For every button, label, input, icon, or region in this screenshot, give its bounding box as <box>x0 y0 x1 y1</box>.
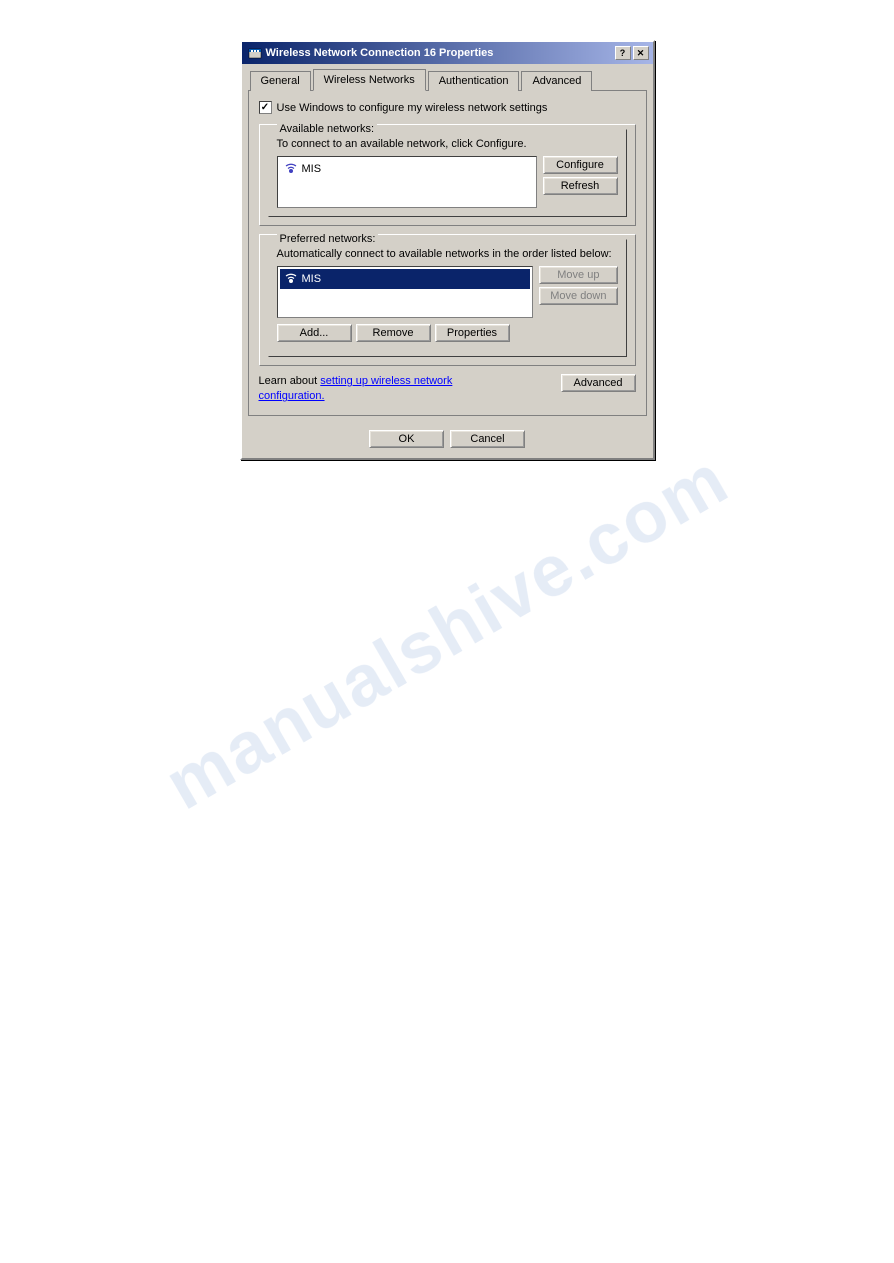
preferred-networks-inner: Preferred networks: Automatically connec… <box>268 239 627 357</box>
tab-strip: General Wireless Networks Authentication… <box>242 64 653 90</box>
preferred-networks-row: MIS Move up Move down <box>277 266 618 318</box>
network-icon-preferred <box>284 271 298 287</box>
tab-authentication[interactable]: Authentication <box>428 71 520 91</box>
preferred-networks-listbox[interactable]: MIS <box>277 266 534 318</box>
remove-button[interactable]: Remove <box>356 324 431 342</box>
dialog-window: Wireless Network Connection 16 Propertie… <box>240 40 655 460</box>
move-up-button[interactable]: Move up <box>539 266 617 284</box>
preferred-action-row: Add... Remove Properties <box>277 324 618 342</box>
available-networks-row: MIS Configure Refresh <box>277 156 618 208</box>
ok-button[interactable]: OK <box>369 430 444 448</box>
learn-about-text: Learn about <box>259 375 318 387</box>
window-icon <box>248 46 262 60</box>
learn-advanced-row: Learn about setting up wireless network … <box>259 374 636 405</box>
help-button[interactable]: ? <box>615 46 631 60</box>
window-title: Wireless Network Connection 16 Propertie… <box>266 47 494 59</box>
available-networks-buttons: Configure Refresh <box>543 156 618 195</box>
use-windows-checkbox-row: Use Windows to configure my wireless net… <box>259 101 636 114</box>
tab-content-wireless: Use Windows to configure my wireless net… <box>248 90 647 416</box>
preferred-network-item[interactable]: MIS <box>280 269 531 289</box>
configure-button[interactable]: Configure <box>543 156 618 174</box>
preferred-network-name: MIS <box>302 273 322 285</box>
available-networks-inner: Available networks: To connect to an ava… <box>268 129 627 217</box>
use-windows-label: Use Windows to configure my wireless net… <box>277 102 548 114</box>
cancel-button[interactable]: Cancel <box>450 430 525 448</box>
network-icon <box>284 161 298 177</box>
close-button[interactable]: ✕ <box>633 46 649 60</box>
available-networks-description: To connect to an available network, clic… <box>277 138 618 150</box>
use-windows-checkbox[interactable] <box>259 101 272 114</box>
available-networks-group: Available networks: To connect to an ava… <box>259 124 636 226</box>
title-bar-left: Wireless Network Connection 16 Propertie… <box>248 46 494 60</box>
available-networks-label: Available networks: <box>277 123 378 135</box>
properties-button[interactable]: Properties <box>435 324 510 342</box>
available-networks-listbox[interactable]: MIS <box>277 156 537 208</box>
refresh-button[interactable]: Refresh <box>543 177 618 195</box>
learn-text-block: Learn about setting up wireless network … <box>259 374 509 405</box>
advanced-button[interactable]: Advanced <box>561 374 636 392</box>
available-network-name: MIS <box>302 163 322 175</box>
move-down-button[interactable]: Move down <box>539 287 617 305</box>
tab-wireless-networks[interactable]: Wireless Networks <box>313 69 426 91</box>
preferred-networks-description: Automatically connect to available netwo… <box>277 248 618 260</box>
tab-general[interactable]: General <box>250 71 311 91</box>
tab-advanced[interactable]: Advanced <box>521 71 592 91</box>
preferred-networks-label: Preferred networks: <box>277 233 379 245</box>
title-bar: Wireless Network Connection 16 Propertie… <box>242 42 653 64</box>
available-network-item[interactable]: MIS <box>280 159 534 179</box>
preferred-networks-group: Preferred networks: Automatically connec… <box>259 234 636 366</box>
add-button[interactable]: Add... <box>277 324 352 342</box>
preferred-networks-buttons: Move up Move down <box>539 266 617 305</box>
dialog-footer: OK Cancel <box>242 422 653 458</box>
title-bar-buttons: ? ✕ <box>615 46 649 60</box>
